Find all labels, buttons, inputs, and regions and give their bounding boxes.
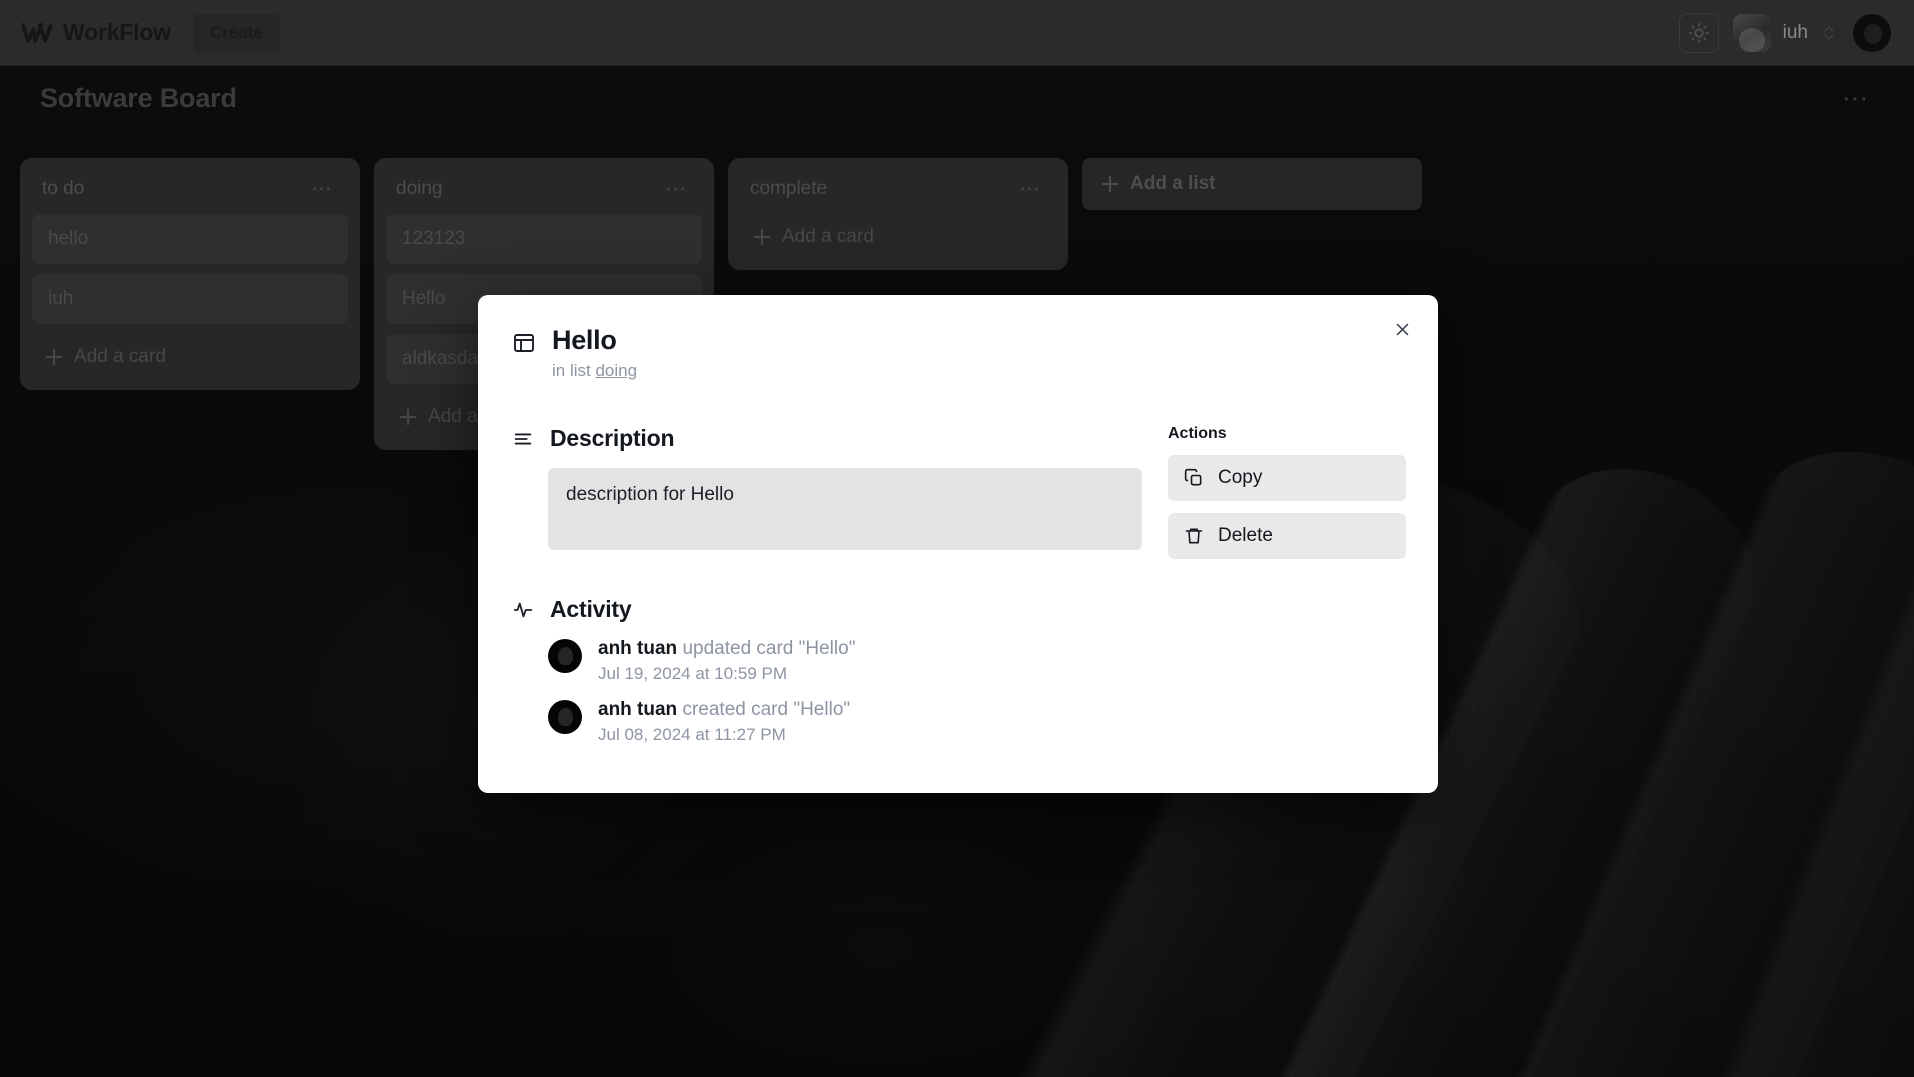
description-section: Description description for Hello	[512, 425, 1142, 550]
activity-text: anh tuan updated card "Hello"	[598, 637, 855, 661]
chevron-up-down-icon	[1824, 25, 1834, 40]
brand-name: WorkFlow	[63, 19, 171, 45]
add-card-label: Add a card	[782, 226, 874, 247]
list-menu-button[interactable]: ⋯	[661, 178, 692, 199]
list-to-do: to do ⋯ hello iuh Add a card	[20, 158, 360, 390]
top-navbar: WorkFlow Create iuh	[0, 0, 1914, 66]
list-menu-button[interactable]: ⋯	[307, 178, 338, 199]
modal-main-column: Description description for Hello Activi…	[512, 425, 1142, 759]
activity-action: created card "Hello"	[682, 698, 851, 720]
add-card-label: Add a card	[74, 346, 166, 367]
align-left-icon	[514, 433, 532, 444]
modal-card-subtitle: in list doing	[552, 361, 637, 381]
activity-text: anh tuan created card "Hello"	[598, 698, 850, 722]
copy-button[interactable]: Copy	[1168, 455, 1406, 501]
modal-title-group: Hello in list doing	[552, 325, 637, 381]
activity-user: anh tuan	[598, 638, 678, 659]
card-item[interactable]: hello	[32, 214, 348, 264]
plus-icon	[46, 349, 62, 365]
activity-action: updated card "Hello"	[682, 638, 856, 659]
add-list-label: Add a list	[1130, 173, 1216, 194]
list-header: doing ⋯	[386, 170, 702, 214]
add-list-button[interactable]: Add a list	[1082, 158, 1422, 210]
workspace-avatar	[1732, 13, 1771, 52]
trash-icon	[1185, 528, 1203, 544]
close-button[interactable]	[1388, 315, 1416, 343]
activity-item: anh tuan created card "Hello" Jul 08, 20…	[548, 698, 1142, 745]
description-textarea[interactable]: description for Hello	[548, 468, 1142, 550]
list-complete: complete ⋯ Add a card	[728, 158, 1068, 270]
theme-toggle-button[interactable]	[1678, 12, 1719, 53]
create-button[interactable]: Create	[192, 13, 280, 52]
list-title[interactable]: to do	[42, 178, 84, 200]
layout-board-icon	[514, 334, 534, 352]
sun-icon	[1688, 22, 1709, 43]
list-header: complete ⋯	[740, 170, 1056, 214]
in-list-prefix: in list	[552, 361, 591, 380]
activity-list: anh tuan updated card "Hello" Jul 19, 20…	[548, 637, 1142, 745]
close-icon	[1396, 323, 1408, 335]
plus-icon	[754, 229, 770, 245]
avatar	[548, 699, 582, 734]
modal-body: Description description for Hello Activi…	[510, 425, 1406, 759]
workspace-switcher[interactable]: iuh	[1732, 13, 1838, 52]
activity-pulse-icon	[513, 602, 533, 617]
card-item[interactable]: iuh	[32, 274, 348, 324]
brand-logo[interactable]: WorkFlow	[22, 19, 171, 46]
copy-button-label: Copy	[1218, 467, 1263, 488]
actions-label: Actions	[1168, 425, 1227, 442]
delete-button-label: Delete	[1218, 525, 1273, 546]
add-card-button[interactable]: Add a card	[32, 334, 348, 382]
workspace-name: iuh	[1782, 21, 1808, 43]
activity-heading: Activity	[550, 596, 632, 622]
card-item[interactable]: 123123	[386, 214, 702, 264]
activity-heading-row: Activity	[512, 596, 1142, 623]
avatar	[548, 639, 582, 673]
list-header: to do ⋯	[32, 170, 348, 214]
activity-item: anh tuan updated card "Hello" Jul 19, 20…	[548, 637, 1142, 684]
plus-icon	[1102, 176, 1118, 192]
activity-timestamp: Jul 08, 2024 at 11:27 PM	[598, 724, 786, 744]
description-heading: Description	[550, 425, 675, 451]
modal-card-title[interactable]: Hello	[552, 325, 637, 356]
delete-button[interactable]: Delete	[1168, 513, 1406, 559]
navbar-right-cluster: iuh	[1678, 12, 1892, 53]
copy-icon	[1184, 468, 1202, 486]
list-title[interactable]: doing	[396, 178, 443, 200]
activity-section: Activity anh tuan updated card "Hello" J…	[512, 596, 1142, 745]
actions-panel: Actions Copy Delete	[1168, 425, 1406, 759]
workflow-logo-icon	[22, 22, 52, 43]
activity-item-body: anh tuan updated card "Hello" Jul 19, 20…	[598, 637, 855, 684]
list-title[interactable]: complete	[750, 178, 827, 200]
plus-icon	[400, 409, 416, 425]
activity-timestamp: Jul 19, 2024 at 10:59 PM	[598, 663, 788, 683]
description-heading-row: Description	[512, 425, 1142, 452]
activity-user: anh tuan	[598, 698, 678, 720]
list-menu-button[interactable]: ⋯	[1015, 178, 1046, 199]
background-band	[1555, 382, 1914, 1077]
user-avatar[interactable]	[1852, 12, 1892, 53]
board-menu-button[interactable]: ⋯	[1838, 85, 1874, 111]
in-list-link[interactable]: doing	[595, 361, 637, 380]
activity-item-body: anh tuan created card "Hello" Jul 08, 20…	[598, 698, 850, 745]
board-header: Software Board ⋯	[0, 66, 1914, 130]
card-detail-modal: Hello in list doing Description descript…	[478, 295, 1438, 793]
app-root: WorkFlow Create iuh Software Board ⋯ to …	[0, 0, 1914, 1077]
add-card-button[interactable]: Add a card	[740, 214, 1056, 262]
modal-header: Hello in list doing	[510, 325, 1406, 381]
page-title: Software Board	[40, 82, 237, 113]
